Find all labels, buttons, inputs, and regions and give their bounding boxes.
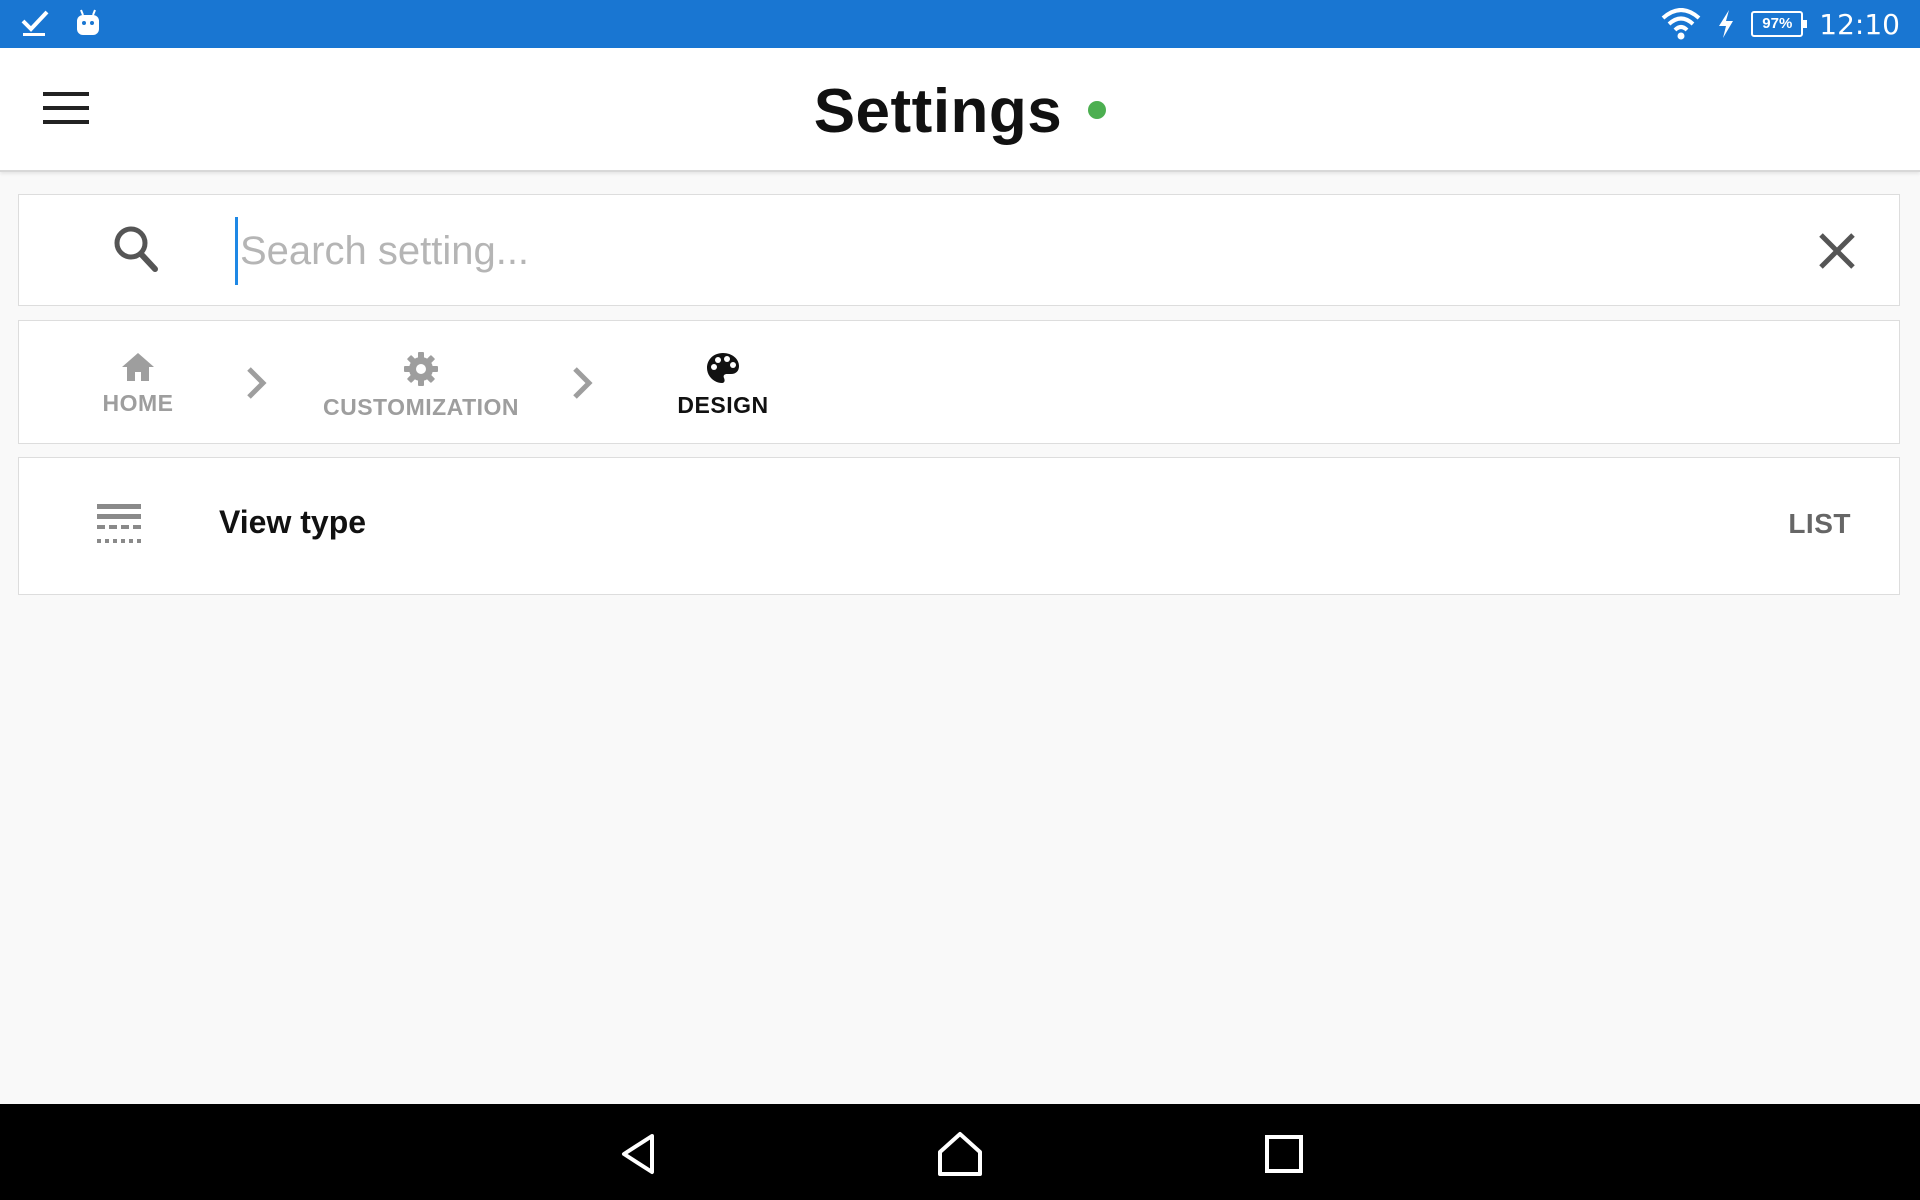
search-bar — [18, 194, 1900, 306]
checkmark-download-icon — [21, 10, 49, 36]
breadcrumb-label: DESIGN — [677, 392, 769, 418]
breadcrumb-item-home[interactable]: HOME — [79, 351, 197, 417]
chevron-right-icon — [573, 367, 593, 399]
notification-area — [20, 8, 102, 38]
view-type-icon — [97, 504, 141, 543]
gear-icon — [404, 352, 438, 386]
battery-percent: 97% — [1762, 15, 1793, 32]
page-title: Settings — [813, 77, 1063, 146]
breadcrumb-item-design[interactable]: DESIGN — [655, 351, 791, 419]
breadcrumb: HOME CUSTOMIZATION DESIGN — [18, 320, 1900, 444]
app-bar: Settings — [0, 48, 1920, 172]
breadcrumb-label: CUSTOMIZATION — [322, 394, 520, 420]
setting-title: View type — [219, 504, 367, 540]
charging-icon — [1719, 10, 1734, 38]
setting-value: LIST — [1788, 508, 1851, 539]
search-icon — [114, 226, 158, 272]
page-title-container: Settings — [0, 76, 1920, 147]
android-icon — [77, 9, 99, 35]
navigation-bar — [0, 1104, 1920, 1200]
wifi-icon — [1661, 8, 1701, 40]
recents-icon[interactable] — [1258, 1128, 1310, 1180]
chevron-right-icon — [247, 367, 267, 399]
status-dot — [1088, 100, 1107, 119]
home-icon[interactable] — [934, 1128, 986, 1180]
breadcrumb-item-customization[interactable]: CUSTOMIZATION — [301, 351, 541, 421]
status-bar: 97% 12:10 — [0, 0, 1920, 48]
breadcrumb-label: HOME — [102, 390, 174, 416]
palette-icon — [707, 353, 739, 383]
battery-indicator: 97% — [1751, 11, 1808, 37]
close-icon[interactable] — [1811, 225, 1863, 277]
back-icon[interactable] — [612, 1128, 664, 1180]
home-icon — [122, 353, 154, 381]
setting-row-view-type[interactable]: View type LIST — [18, 457, 1900, 595]
system-indicators: 97% 12:10 — [1661, 0, 1900, 48]
search-input[interactable] — [235, 217, 1782, 285]
clock: 12:10 — [1819, 7, 1900, 41]
